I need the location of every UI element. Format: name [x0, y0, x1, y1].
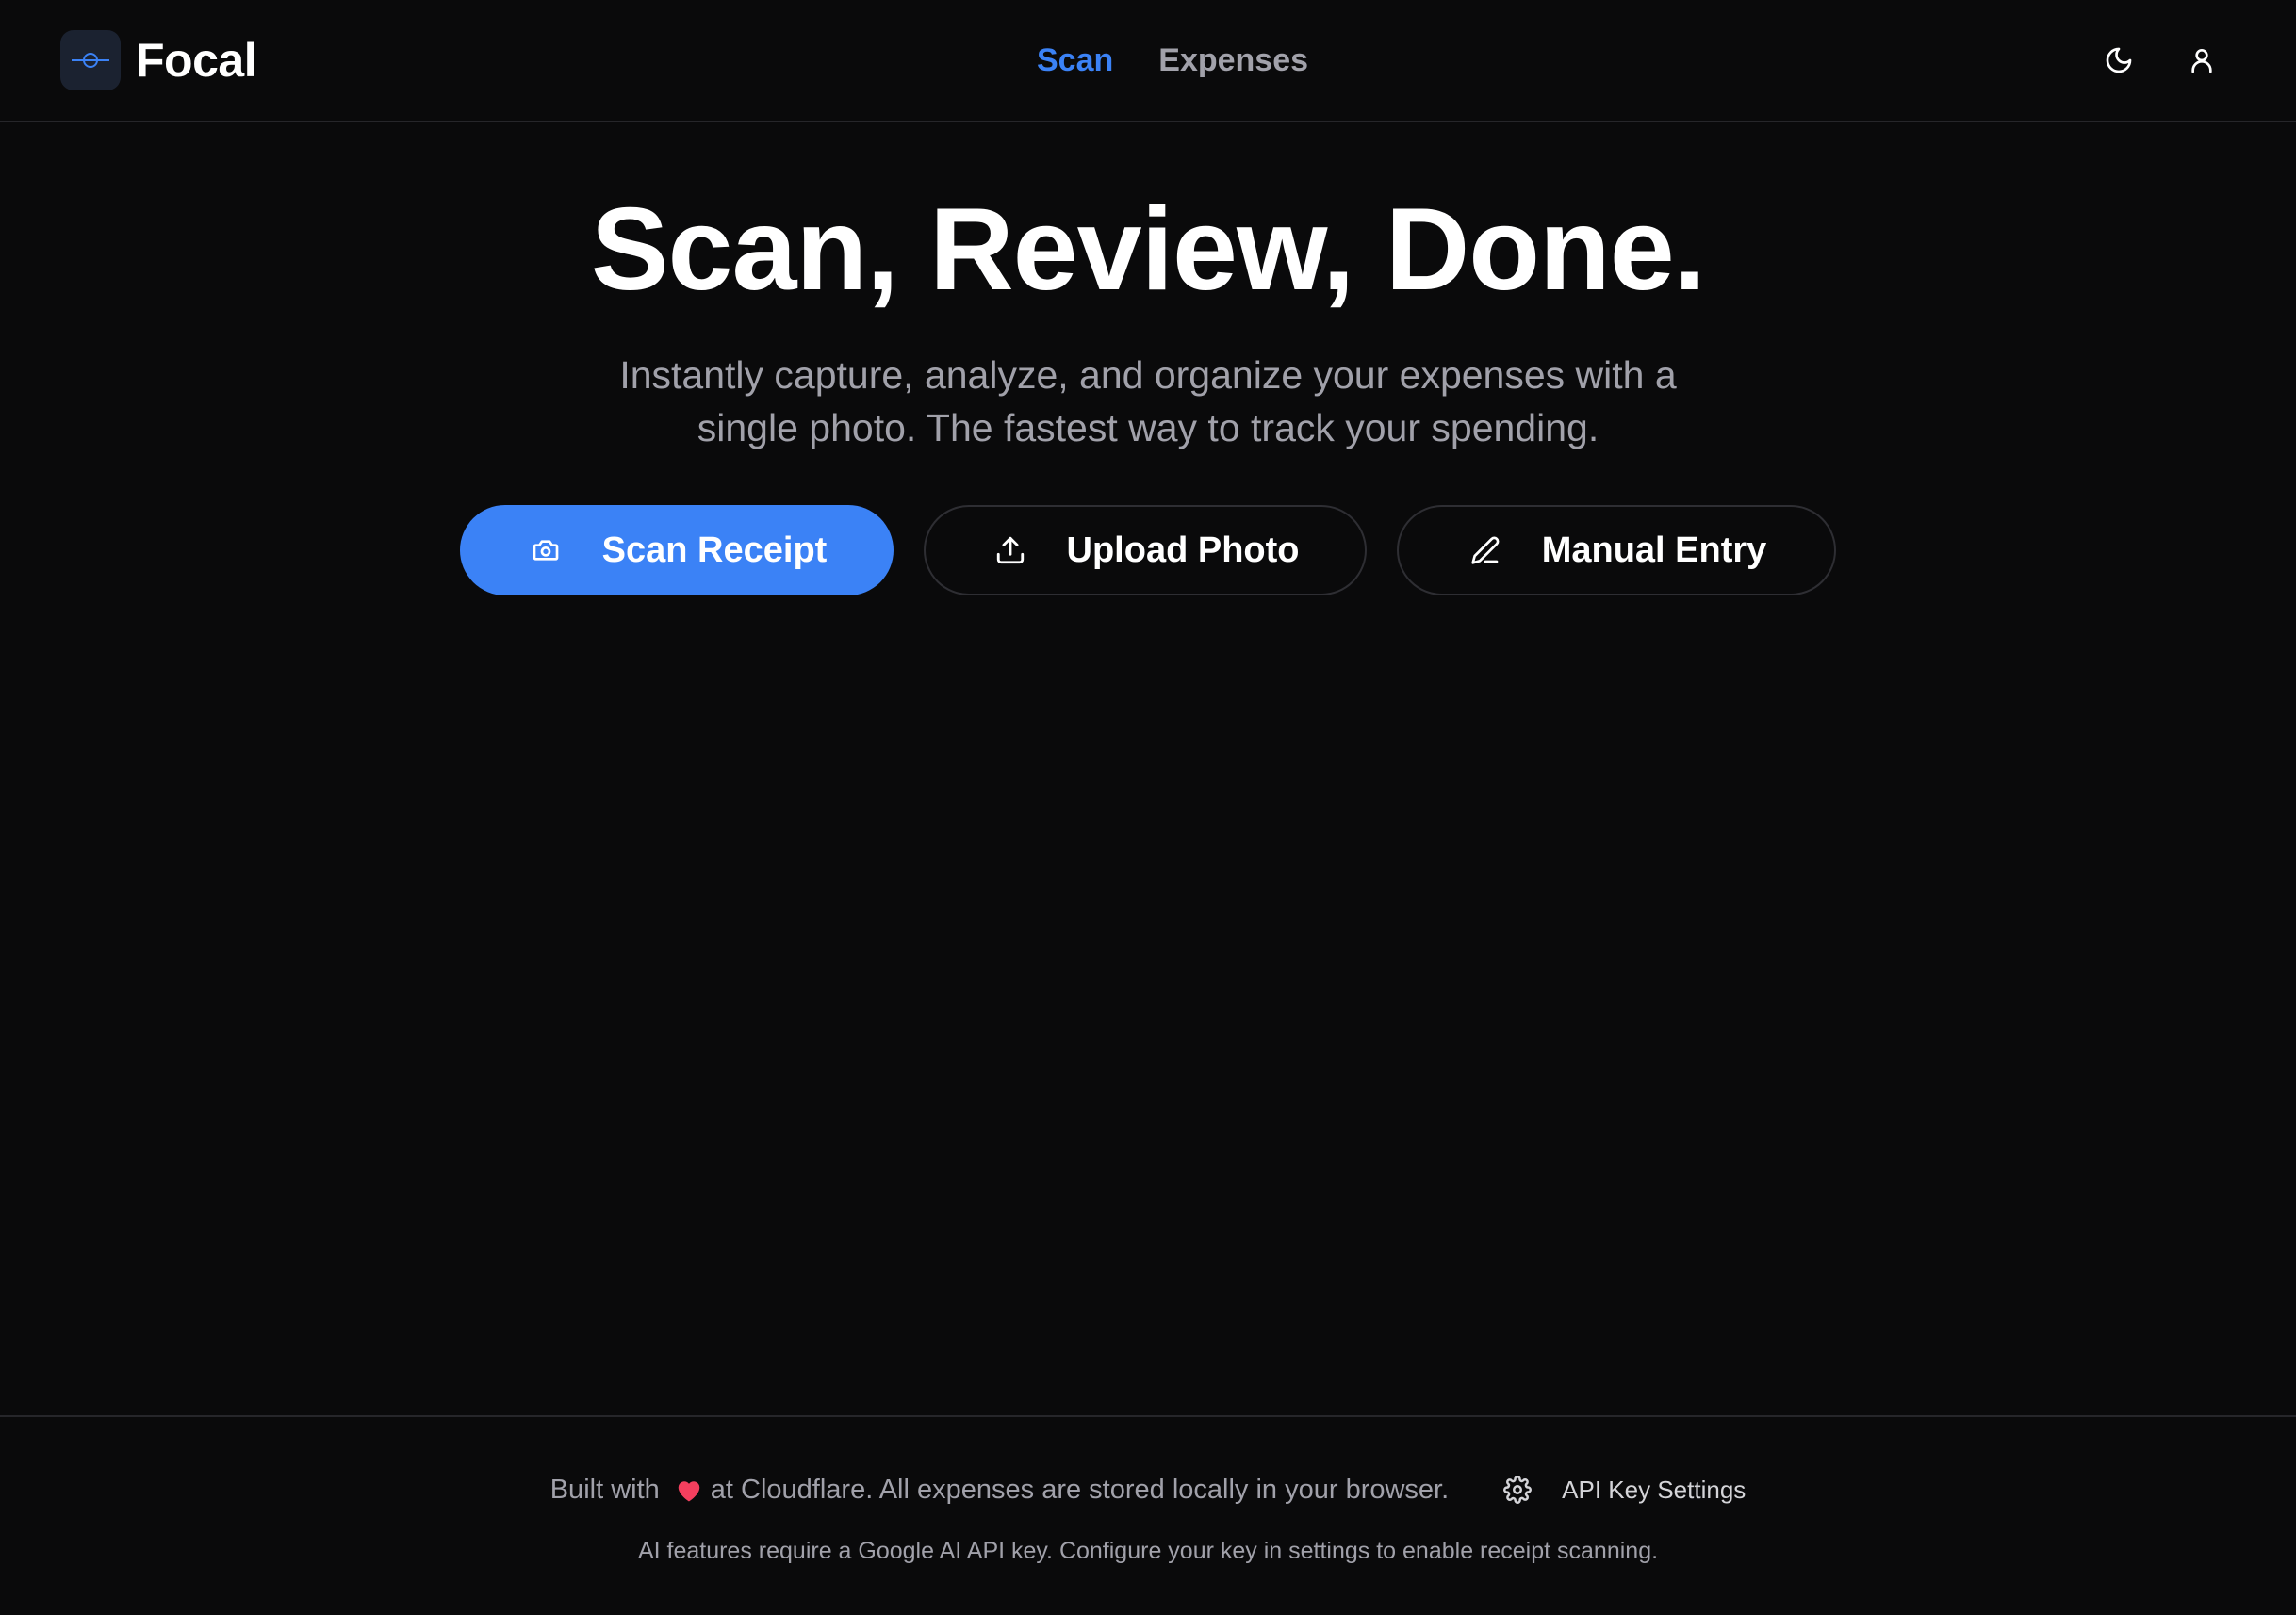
api-key-settings-link[interactable]: API Key Settings: [1501, 1474, 1746, 1506]
focal-logo-icon: [60, 30, 121, 90]
manual-entry-button[interactable]: Manual Entry: [1397, 505, 1836, 595]
user-profile-button[interactable]: [2179, 38, 2224, 83]
hero-subtitle: Instantly capture, analyze, and organize…: [535, 349, 1761, 454]
heart-icon: [673, 1474, 705, 1506]
pencil-icon: [1467, 531, 1504, 569]
footer-built-with: Built with: [549, 1474, 660, 1505]
brand-name: Focal: [136, 34, 257, 87]
hero-title: Scan, Review, Done.: [590, 185, 1706, 315]
api-key-settings-label: API Key Settings: [1562, 1475, 1747, 1504]
ai-notice: AI features require a Google AI API key.…: [637, 1538, 1659, 1564]
upload-photo-label: Upload Photo: [1066, 530, 1300, 570]
camera-icon: [527, 531, 565, 569]
user-icon: [2191, 49, 2212, 73]
footer-storage-note: at Cloudflare. All expenses are stored l…: [710, 1474, 1450, 1505]
upload-photo-button[interactable]: Upload Photo: [924, 505, 1367, 595]
moon-icon: [2106, 47, 2132, 73]
upload-icon: [992, 531, 1029, 569]
gear-icon: [1501, 1474, 1533, 1506]
manual-entry-label: Manual Entry: [1541, 530, 1767, 570]
top-header: Focal Scan Expenses: [0, 0, 2296, 122]
hero-subtitle-line-1: Instantly capture, analyze, and organize…: [619, 353, 1677, 397]
scan-receipt-label: Scan Receipt: [601, 530, 828, 570]
main-nav: Scan Expenses: [1037, 34, 1353, 87]
scan-receipt-button[interactable]: Scan Receipt: [460, 505, 894, 595]
theme-toggle-button[interactable]: [2096, 38, 2141, 83]
footer: Built with at Cloudflare. All expenses a…: [0, 1415, 2296, 1615]
nav-item-scan[interactable]: Scan: [1037, 42, 1113, 79]
nav-item-expenses[interactable]: Expenses: [1158, 42, 1308, 79]
hero-subtitle-line-2: single photo. The fastest way to track y…: [697, 406, 1599, 449]
footer-info-row: Built with at Cloudflare. All expenses a…: [0, 1474, 2296, 1506]
brand[interactable]: Focal: [60, 30, 257, 90]
